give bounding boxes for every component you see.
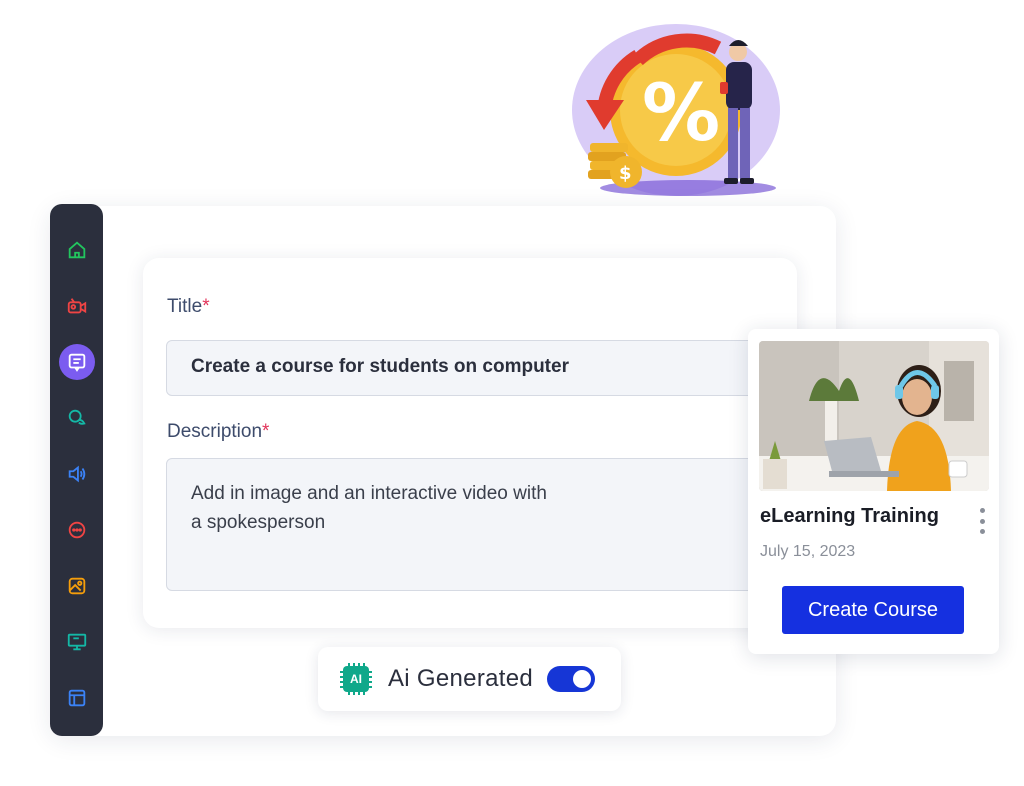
course-card-title: eLearning Training bbox=[760, 505, 939, 527]
ai-chip-icon: AI bbox=[338, 661, 374, 697]
course-thumbnail-image bbox=[759, 341, 989, 491]
description-textarea[interactable]: Add in image and an interactive video wi… bbox=[166, 458, 776, 591]
home-icon bbox=[68, 241, 85, 259]
required-mark: * bbox=[262, 421, 270, 442]
description-label: Description* bbox=[167, 421, 269, 443]
presentation-icon bbox=[67, 633, 86, 651]
course-card-date: July 15, 2023 bbox=[760, 543, 856, 560]
document-icon bbox=[68, 353, 85, 372]
title-input-value: Create a course for students on computer bbox=[191, 356, 569, 377]
chat-bubbles-icon bbox=[68, 409, 86, 425]
description-line: Add in image and an interactive video wi… bbox=[191, 483, 547, 504]
title-input[interactable]: Create a course for students on computer bbox=[166, 340, 776, 396]
sidebar-item-messages[interactable] bbox=[59, 512, 95, 548]
image-icon bbox=[68, 577, 85, 595]
title-label-text: Title bbox=[167, 296, 203, 317]
toggle-knob bbox=[573, 670, 592, 688]
layout-icon bbox=[68, 689, 85, 707]
ai-generated-toggle[interactable] bbox=[547, 666, 596, 692]
stage: % $ Title* Create a course for students … bbox=[0, 0, 1024, 786]
sidebar-item-layout[interactable] bbox=[59, 680, 95, 716]
chip-pins-icon bbox=[340, 663, 372, 695]
title-label: Title* bbox=[167, 296, 210, 318]
sidebar-item-chat[interactable] bbox=[59, 400, 95, 436]
sidebar-item-documents[interactable] bbox=[58, 344, 95, 380]
video-camera-icon bbox=[67, 298, 86, 314]
message-dots-icon bbox=[68, 521, 85, 539]
sidebar-item-audio[interactable] bbox=[59, 456, 95, 492]
sidebar-item-images[interactable] bbox=[59, 568, 95, 604]
sidebar-item-home[interactable] bbox=[59, 232, 95, 268]
ai-generated-control: AI Ai Generated bbox=[318, 647, 621, 711]
coin-dollar-symbol: $ bbox=[619, 163, 632, 184]
sidebar bbox=[50, 204, 103, 736]
ai-generated-label: Ai Generated bbox=[388, 665, 534, 692]
more-options-icon[interactable] bbox=[975, 508, 989, 534]
sidebar-item-video[interactable] bbox=[59, 288, 95, 324]
create-course-button[interactable]: Create Course bbox=[782, 586, 964, 634]
percent-symbol: % bbox=[642, 69, 720, 159]
description-line: a spokesperson bbox=[191, 512, 326, 533]
sidebar-item-presentation[interactable] bbox=[59, 624, 95, 660]
required-mark: * bbox=[202, 296, 210, 317]
speaker-icon bbox=[68, 465, 85, 483]
description-label-text: Description bbox=[167, 421, 263, 442]
discount-illustration: % $ bbox=[572, 24, 780, 196]
